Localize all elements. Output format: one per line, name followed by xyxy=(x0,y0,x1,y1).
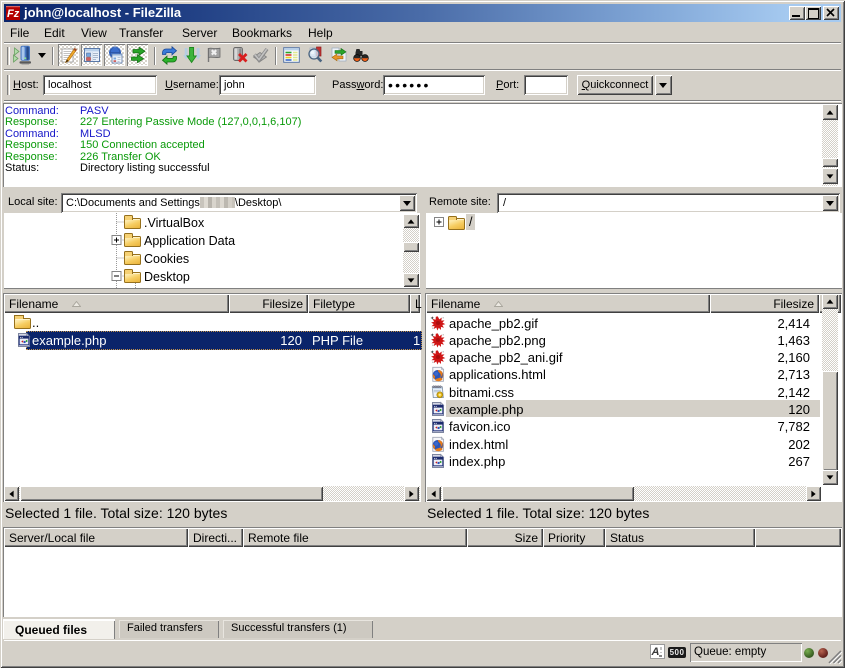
svg-text:A: A xyxy=(651,646,660,658)
svg-text:Fz: Fz xyxy=(7,8,20,20)
